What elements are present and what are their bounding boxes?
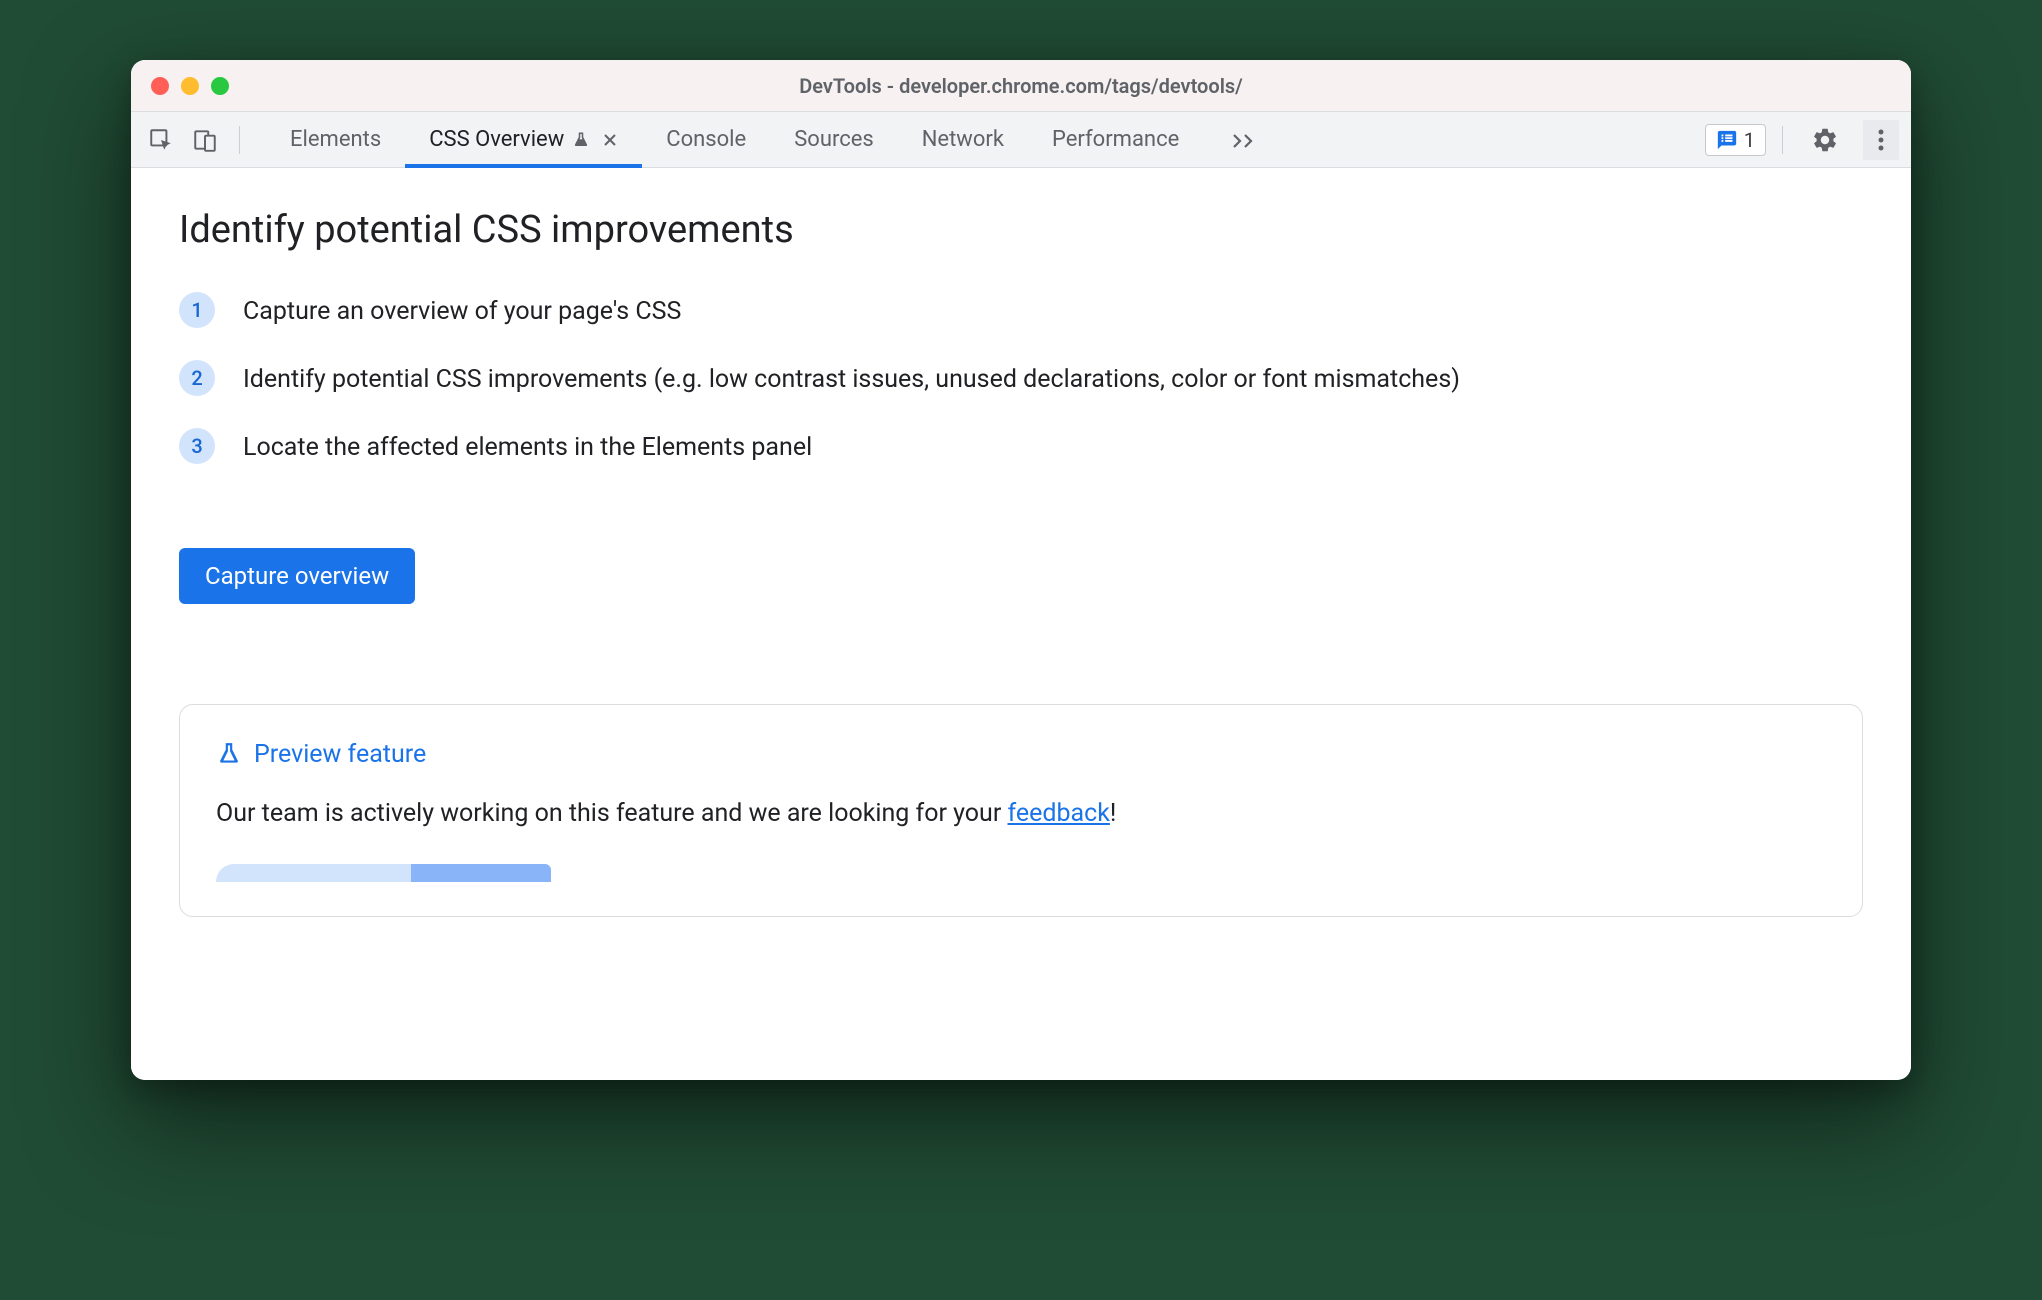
step-number: 3	[179, 428, 215, 464]
tab-label: Performance	[1052, 127, 1179, 152]
experimental-icon	[572, 130, 590, 150]
toolbar-divider	[239, 126, 240, 154]
preview-text-before: Our team is actively working on this fea…	[216, 799, 1008, 828]
tab-console[interactable]: Console	[642, 112, 770, 167]
preview-header: Preview feature	[216, 739, 1826, 769]
toolbar-divider	[1782, 126, 1783, 154]
devtools-toolbar: Elements CSS Overview Console	[131, 112, 1911, 168]
tab-label: Network	[922, 127, 1004, 152]
tab-label: CSS Overview	[429, 127, 564, 152]
feedback-pill-right[interactable]	[411, 864, 551, 882]
feedback-link[interactable]: feedback	[1008, 799, 1110, 828]
step-text: Identify potential CSS improvements (e.g…	[243, 360, 1460, 400]
more-tabs-icon[interactable]	[1211, 131, 1277, 149]
devtools-window: DevTools - developer.chrome.com/tags/dev…	[131, 60, 1911, 1080]
tab-network[interactable]: Network	[898, 112, 1028, 167]
close-icon[interactable]	[602, 132, 618, 148]
tab-label: Console	[666, 127, 746, 152]
window-minimize-button[interactable]	[181, 77, 199, 95]
settings-icon[interactable]	[1799, 126, 1851, 154]
inspect-element-icon[interactable]	[143, 122, 179, 158]
step-number: 2	[179, 360, 215, 396]
quick-feedback-partial	[216, 864, 1826, 882]
preview-title: Preview feature	[254, 740, 426, 769]
preview-body: Our team is actively working on this fea…	[216, 799, 1826, 828]
tab-elements[interactable]: Elements	[266, 112, 405, 167]
tab-performance[interactable]: Performance	[1028, 112, 1203, 167]
panel-tabs: Elements CSS Overview Console	[266, 112, 1203, 167]
window-title: DevTools - developer.chrome.com/tags/dev…	[799, 74, 1243, 98]
flask-icon	[216, 739, 242, 769]
step-item: 2 Identify potential CSS improvements (e…	[179, 360, 1863, 400]
tab-css-overview[interactable]: CSS Overview	[405, 112, 642, 167]
page-heading: Identify potential CSS improvements	[179, 208, 1863, 252]
step-item: 3 Locate the affected elements in the El…	[179, 428, 1863, 468]
preview-text-after: !	[1110, 799, 1116, 828]
step-item: 1 Capture an overview of your page's CSS	[179, 292, 1863, 332]
window-titlebar: DevTools - developer.chrome.com/tags/dev…	[131, 60, 1911, 112]
step-text: Capture an overview of your page's CSS	[243, 292, 681, 332]
steps-list: 1 Capture an overview of your page's CSS…	[179, 292, 1863, 468]
feedback-pill-left[interactable]	[216, 864, 411, 882]
issues-count: 1	[1744, 128, 1755, 152]
preview-feature-card: Preview feature Our team is actively wor…	[179, 704, 1863, 917]
step-number: 1	[179, 292, 215, 328]
issues-counter[interactable]: 1	[1705, 124, 1766, 156]
step-text: Locate the affected elements in the Elem…	[243, 428, 812, 468]
tab-label: Elements	[290, 127, 381, 152]
capture-overview-button[interactable]: Capture overview	[179, 548, 415, 604]
window-close-button[interactable]	[151, 77, 169, 95]
tab-label: Sources	[794, 127, 874, 152]
panel-content: Identify potential CSS improvements 1 Ca…	[131, 168, 1911, 1080]
device-toolbar-icon[interactable]	[187, 122, 223, 158]
tab-sources[interactable]: Sources	[770, 112, 898, 167]
kebab-menu-icon[interactable]	[1863, 120, 1899, 160]
window-maximize-button[interactable]	[211, 77, 229, 95]
traffic-lights	[151, 77, 229, 95]
